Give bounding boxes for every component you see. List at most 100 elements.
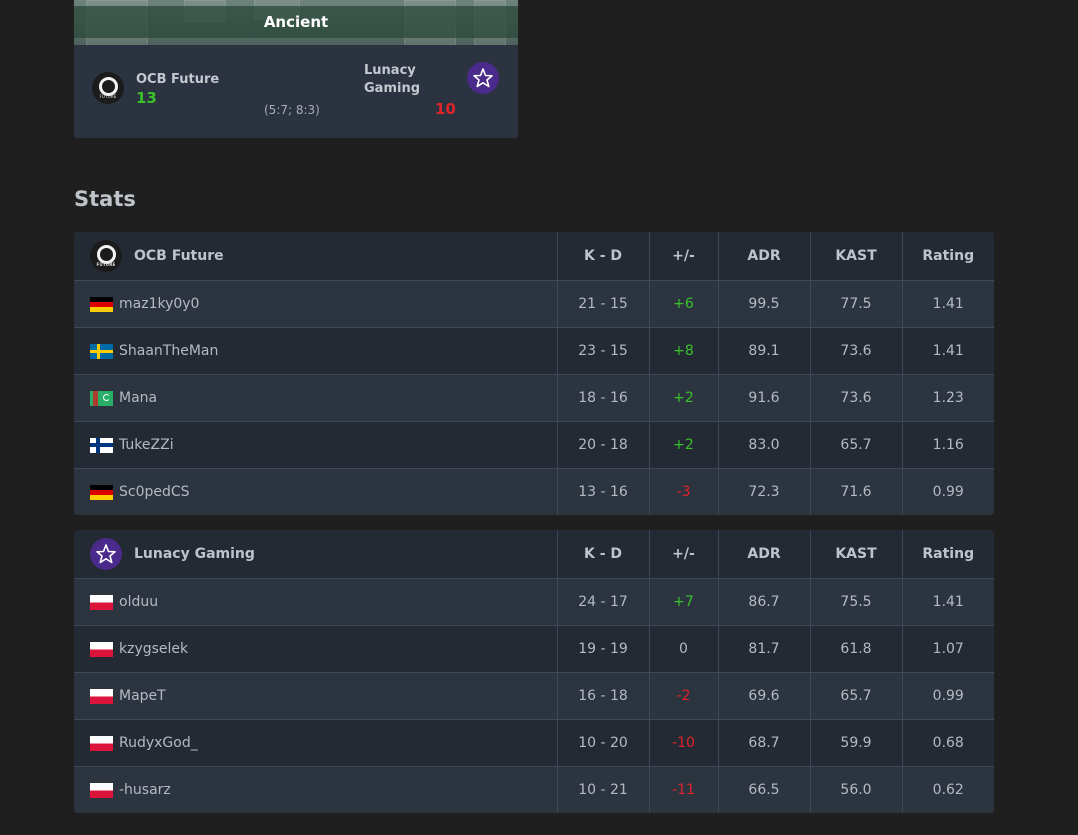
player-name[interactable]: TukeZZi [119, 437, 174, 453]
flag-de-icon [90, 296, 113, 312]
adr-value: 83.0 [717, 421, 810, 469]
rating-value: 1.07 [901, 625, 994, 673]
map-thumbnail: Ancient [74, 0, 518, 45]
player-name[interactable]: -husarz [119, 782, 171, 798]
team2-player-rows: olduu 24 - 17 +7 86.7 75.5 1.41 kzygselek 19 - … [74, 578, 994, 813]
kd-value: 23 - 15 [556, 327, 649, 375]
kd-value: 16 - 18 [556, 672, 649, 720]
kd-value: 21 - 15 [556, 280, 649, 328]
team2-name[interactable]: Lunacy Gaming [134, 546, 255, 562]
team1-name[interactable]: OCB Future [134, 248, 224, 264]
map-team1: FUTURE OCB Future 13 [92, 72, 219, 107]
player-name[interactable]: olduu [119, 594, 158, 610]
lunacy-star-logo-icon [467, 62, 499, 94]
plus-minus-value: -11 [648, 766, 718, 813]
table-row: TukeZZi 20 - 18 +2 83.0 65.7 1.16 [74, 421, 994, 469]
table-header: FUTURE OCB Future K - D +/- ADR KAST Rat… [74, 232, 994, 281]
flag-pl-icon [90, 782, 113, 798]
map-half-scores: (5:7; 8:3) [264, 103, 320, 117]
column-kd[interactable]: K - D [556, 530, 649, 579]
column-kast[interactable]: KAST [809, 232, 902, 281]
map-team1-name: OCB Future [136, 72, 220, 87]
map-name: Ancient [74, 6, 518, 38]
kd-value: 20 - 18 [556, 421, 649, 469]
kast-value: 59.9 [809, 719, 902, 767]
table-row: -husarz 10 - 21 -11 66.5 56.0 0.62 [74, 766, 994, 813]
column-adr[interactable]: ADR [717, 232, 810, 281]
rating-value: 0.99 [901, 468, 994, 515]
map-team1-score: 13 [136, 89, 157, 107]
kast-value: 73.6 [809, 327, 902, 375]
kd-value: 19 - 19 [556, 625, 649, 673]
team1-player-rows: maz1ky0y0 21 - 15 +6 99.5 77.5 1.41 ShaanTheMa… [74, 280, 994, 515]
player-name[interactable]: ShaanTheMan [119, 343, 218, 359]
plus-minus-value: +6 [648, 280, 718, 328]
rating-value: 0.68 [901, 719, 994, 767]
player-name[interactable]: maz1ky0y0 [119, 296, 199, 312]
column-kd[interactable]: K - D [556, 232, 649, 281]
rating-value: 1.16 [901, 421, 994, 469]
plus-minus-value: 0 [648, 625, 718, 673]
flag-pl-icon [90, 641, 113, 657]
player-name[interactable]: RudyxGod_ [119, 735, 198, 751]
team2-stats-table: Lunacy Gaming K - D +/- ADR KAST Rating … [74, 530, 994, 813]
player-name[interactable]: Sc0pedCS [119, 484, 190, 500]
plus-minus-value: +8 [648, 327, 718, 375]
flag-de-icon [90, 484, 113, 500]
plus-minus-value: -10 [648, 719, 718, 767]
ocb-future-logo-icon: FUTURE [92, 72, 124, 104]
rating-value: 1.41 [901, 578, 994, 626]
rating-value: 1.41 [901, 327, 994, 375]
plus-minus-value: -3 [648, 468, 718, 515]
plus-minus-value: +2 [648, 421, 718, 469]
lunacy-star-logo-icon [90, 538, 122, 570]
flag-pl-icon [90, 688, 113, 704]
plus-minus-value: +2 [648, 374, 718, 422]
kd-value: 10 - 21 [556, 766, 649, 813]
column-adr[interactable]: ADR [717, 530, 810, 579]
table-row: Sc0pedCS 13 - 16 -3 72.3 71.6 0.99 [74, 468, 994, 515]
kast-value: 65.7 [809, 672, 902, 720]
flag-fi-icon [90, 437, 113, 453]
table-row: ShaanTheMan 23 - 15 +8 89.1 73.6 1.41 [74, 327, 994, 375]
map-team2-name: Lunacy Gaming [364, 63, 421, 96]
match-page: Ancient FUTURE OCB Future 13 (5:7; 8:3) … [0, 0, 1078, 835]
plus-minus-value: +7 [648, 578, 718, 626]
player-name[interactable]: Mana [119, 390, 157, 406]
kast-value: 75.5 [809, 578, 902, 626]
column-rating[interactable]: Rating [901, 530, 994, 579]
adr-value: 66.5 [717, 766, 810, 813]
adr-value: 68.7 [717, 719, 810, 767]
flag-tm-icon [90, 390, 113, 406]
column-rating[interactable]: Rating [901, 232, 994, 281]
kd-value: 24 - 17 [556, 578, 649, 626]
adr-value: 86.7 [717, 578, 810, 626]
kast-value: 56.0 [809, 766, 902, 813]
table-header: Lunacy Gaming K - D +/- ADR KAST Rating [74, 530, 994, 579]
kd-value: 18 - 16 [556, 374, 649, 422]
table-row: Mana 18 - 16 +2 91.6 73.6 1.23 [74, 374, 994, 422]
kast-value: 61.8 [809, 625, 902, 673]
kd-value: 10 - 20 [556, 719, 649, 767]
table-row: kzygselek 19 - 19 0 81.7 61.8 1.07 [74, 625, 994, 673]
kast-value: 77.5 [809, 280, 902, 328]
kd-value: 13 - 16 [556, 468, 649, 515]
rating-value: 0.99 [901, 672, 994, 720]
map-team2-score: 10 [435, 100, 456, 118]
player-name[interactable]: MapeT [119, 688, 166, 704]
table-row: MapeT 16 - 18 -2 69.6 65.7 0.99 [74, 672, 994, 720]
table-row: RudyxGod_ 10 - 20 -10 68.7 59.9 0.68 [74, 719, 994, 767]
stats-heading: Stats [74, 187, 136, 211]
map-result-card[interactable]: Ancient FUTURE OCB Future 13 (5:7; 8:3) … [74, 0, 518, 138]
player-name[interactable]: kzygselek [119, 641, 188, 657]
kast-value: 65.7 [809, 421, 902, 469]
adr-value: 81.7 [717, 625, 810, 673]
kast-value: 71.6 [809, 468, 902, 515]
column-plus-minus[interactable]: +/- [648, 530, 718, 579]
adr-value: 72.3 [717, 468, 810, 515]
table-row: maz1ky0y0 21 - 15 +6 99.5 77.5 1.41 [74, 280, 994, 328]
plus-minus-value: -2 [648, 672, 718, 720]
column-plus-minus[interactable]: +/- [648, 232, 718, 281]
column-kast[interactable]: KAST [809, 530, 902, 579]
adr-value: 89.1 [717, 327, 810, 375]
